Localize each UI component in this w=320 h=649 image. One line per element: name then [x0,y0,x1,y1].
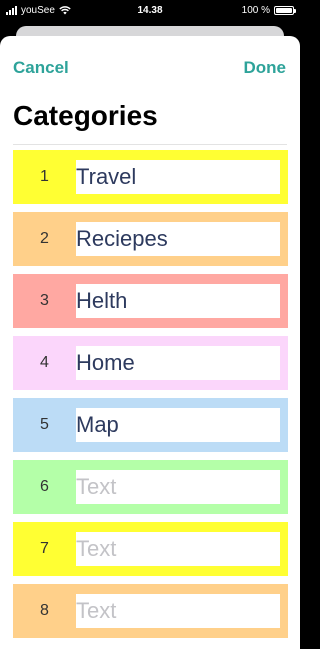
row-number: 2 [40,230,49,247]
category-row: 5 [13,398,288,452]
category-input[interactable] [76,594,280,628]
category-input[interactable] [76,470,280,504]
battery-icon [274,6,296,15]
category-row: 4 [13,336,288,390]
row-number: 6 [40,478,49,495]
row-number: 3 [40,292,49,309]
row-number: 8 [40,602,49,619]
category-list: 1 2 3 4 5 6 7 8 [13,150,288,646]
category-input[interactable] [76,408,280,442]
category-input[interactable] [76,532,280,566]
row-number: 7 [40,540,49,557]
category-row: 3 [13,274,288,328]
battery-fill [276,8,292,13]
category-row: 6 [13,460,288,514]
row-number: 1 [40,168,49,185]
category-input[interactable] [76,160,280,194]
page-title: Categories [13,100,158,131]
cancel-button[interactable]: Cancel [13,58,69,78]
divider [13,144,287,145]
status-bar: youSee 14.38 100 % [0,0,300,22]
category-row: 8 [13,584,288,638]
row-number: 5 [40,416,49,433]
modal-sheet: Cancel Done Categories 1 2 3 4 5 6 7 [0,36,300,649]
category-row: 7 [13,522,288,576]
status-right: 100 % [241,5,296,16]
category-input[interactable] [76,284,280,318]
category-row: 1 [13,150,288,204]
done-button[interactable]: Done [244,58,287,78]
row-number: 4 [40,354,49,371]
category-row: 2 [13,212,288,266]
category-input[interactable] [76,346,280,380]
category-input[interactable] [76,222,280,256]
battery-percent: 100 % [241,5,270,16]
